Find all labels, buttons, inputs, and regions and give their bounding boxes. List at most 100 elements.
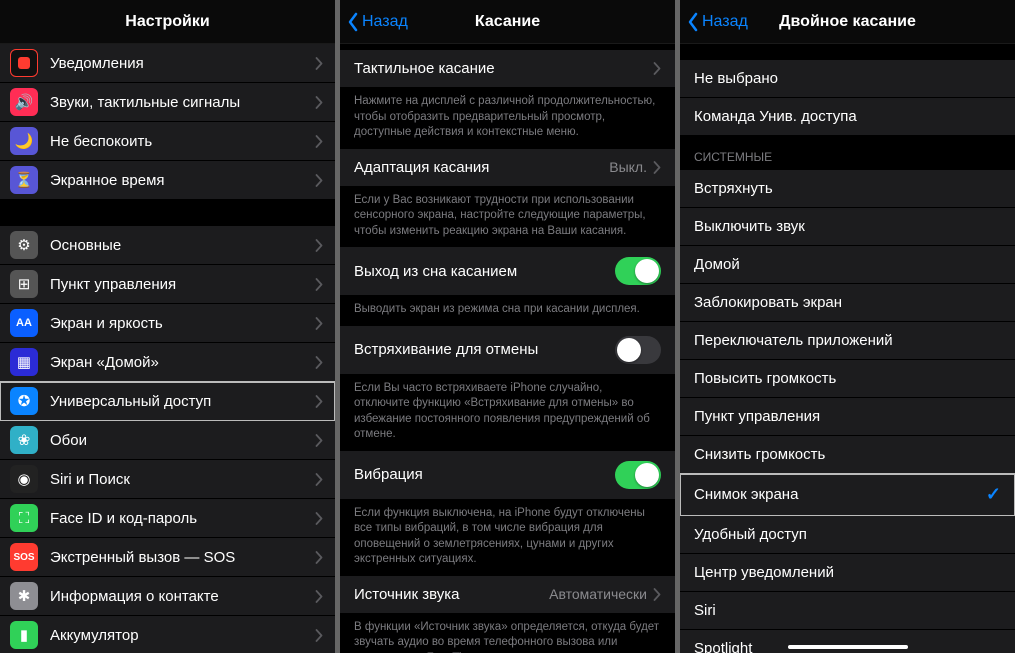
double-tap-screen: Назад Двойное касание Не выбрано Команда … — [680, 0, 1015, 653]
option-screenshot[interactable]: Снимок экрана✓ — [680, 474, 1015, 516]
row-label: Обои — [50, 432, 315, 449]
row-touch-accommodations[interactable]: Адаптация касанияВыкл. — [340, 149, 675, 187]
option-label: Снимок экрана — [694, 486, 986, 503]
do-not-disturb-icon: 🌙 — [10, 127, 38, 155]
option-none[interactable]: Не выбрано — [680, 60, 1015, 98]
chevron-right-icon — [315, 551, 323, 564]
settings-row-siri[interactable]: ◉Siri и Поиск — [0, 460, 335, 499]
chevron-left-icon — [346, 12, 360, 32]
chevron-right-icon — [315, 473, 323, 486]
chevron-right-icon — [315, 96, 323, 109]
siri-icon: ◉ — [10, 465, 38, 493]
option-app-switcher[interactable]: Переключатель приложений — [680, 322, 1015, 360]
shake-to-undo-toggle[interactable] — [615, 336, 661, 364]
settings-row-do-not-disturb[interactable]: 🌙 Не беспокоить — [0, 122, 335, 161]
battery-icon: ▮ — [10, 621, 38, 649]
home-indicator — [788, 645, 908, 649]
settings-row-control-center[interactable]: ⊞ Пункт управления — [0, 265, 335, 304]
footer-text: Нажмите на дисплей с различной продолжит… — [340, 88, 675, 149]
settings-row-battery[interactable]: ▮ Аккумулятор — [0, 616, 335, 653]
settings-row-general[interactable]: ⚙Основные — [0, 226, 335, 265]
option-label: Команда Унив. доступа — [694, 108, 1001, 125]
settings-row-home-screen[interactable]: ▦ Экран «Домой» — [0, 343, 335, 382]
option-shake[interactable]: Встряхнуть — [680, 170, 1015, 208]
option-label: Не выбрано — [694, 70, 1001, 87]
footer-text: Если функция выключена, на iPhone будут … — [340, 500, 675, 576]
option-siri[interactable]: Siri — [680, 592, 1015, 630]
row-label: Адаптация касания — [354, 159, 609, 176]
chevron-right-icon — [315, 239, 323, 252]
chevron-left-icon — [686, 12, 700, 32]
row-label: Экран «Домой» — [50, 354, 315, 371]
double-tap-list[interactable]: Не выбрано Команда Унив. доступа СИСТЕМНЫЕ… — [680, 44, 1015, 653]
option-accessibility-shortcut[interactable]: Команда Унив. доступа — [680, 98, 1015, 136]
option-volume-up[interactable]: Повысить громкость — [680, 360, 1015, 398]
chevron-right-icon — [315, 512, 323, 525]
chevron-right-icon — [315, 57, 323, 70]
chevron-right-icon — [653, 161, 661, 174]
vibration-toggle[interactable] — [615, 461, 661, 489]
row-label: Универсальный доступ — [50, 393, 315, 410]
header: Настройки — [0, 0, 335, 44]
row-haptic-touch[interactable]: Тактильное касание — [340, 50, 675, 88]
settings-row-screen-time[interactable]: ⏳ Экранное время — [0, 161, 335, 200]
section-header-system: СИСТЕМНЫЕ — [680, 136, 1015, 170]
settings-row-faceid[interactable]: ⛶Face ID и код-пароль — [0, 499, 335, 538]
display-icon: AA — [10, 309, 38, 337]
touch-screen: Назад Касание Тактильное касаниеНажмите … — [340, 0, 675, 653]
settings-row-notifications[interactable]: Уведомления — [0, 44, 335, 83]
page-title: Настройки — [125, 13, 209, 31]
home-screen-icon: ▦ — [10, 348, 38, 376]
row-label: Экран и яркость — [50, 315, 315, 332]
page-title: Двойное касание — [779, 13, 916, 31]
tap-to-wake-toggle[interactable] — [615, 257, 661, 285]
option-mute[interactable]: Выключить звук — [680, 208, 1015, 246]
header: Назад Двойное касание — [680, 0, 1015, 44]
option-volume-down[interactable]: Снизить громкость — [680, 436, 1015, 474]
row-audio-routing[interactable]: Источник звукаАвтоматически — [340, 576, 675, 614]
settings-list[interactable]: Уведомления🔊Звуки, тактильные сигналы 🌙 Не… — [0, 44, 335, 653]
control-center-icon: ⊞ — [10, 270, 38, 298]
option-reachability[interactable]: Удобный доступ — [680, 516, 1015, 554]
settings-row-sounds[interactable]: 🔊Звуки, тактильные сигналы — [0, 83, 335, 122]
settings-row-accessibility[interactable]: ✪ Универсальный доступ — [0, 382, 335, 421]
row-label: Аккумулятор — [50, 627, 315, 644]
accessibility-icon: ✪ — [10, 387, 38, 415]
back-button[interactable]: Назад — [346, 0, 408, 44]
settings-row-contact-info[interactable]: ✱Информация о контакте — [0, 577, 335, 616]
back-button[interactable]: Назад — [686, 0, 748, 44]
row-label: Экстренный вызов — SOS — [50, 549, 315, 566]
chevron-right-icon — [315, 590, 323, 603]
chevron-right-icon — [653, 62, 661, 75]
wallpaper-icon: ❀ — [10, 426, 38, 454]
sounds-icon: 🔊 — [10, 88, 38, 116]
row-label: Экранное время — [50, 172, 315, 189]
settings-row-wallpaper[interactable]: ❀ Обои — [0, 421, 335, 460]
option-label: Снизить громкость — [694, 446, 1001, 463]
sos-icon: SOS — [10, 543, 38, 571]
screen-time-icon: ⏳ — [10, 166, 38, 194]
touch-settings-list[interactable]: Тактильное касаниеНажмите на дисплей с р… — [340, 44, 675, 653]
chevron-right-icon — [315, 174, 323, 187]
contact-info-icon: ✱ — [10, 582, 38, 610]
checkmark-icon: ✓ — [986, 484, 1001, 505]
row-label: Face ID и код-пароль — [50, 510, 315, 527]
row-label: Пункт управления — [50, 276, 315, 293]
notifications-icon — [10, 49, 38, 77]
row-label: Не беспокоить — [50, 133, 315, 150]
header: Назад Касание — [340, 0, 675, 44]
option-control-center[interactable]: Пункт управления — [680, 398, 1015, 436]
chevron-right-icon — [315, 434, 323, 447]
chevron-right-icon — [315, 356, 323, 369]
settings-screen: Настройки Уведомления🔊Звуки, тактильные … — [0, 0, 335, 653]
settings-row-display[interactable]: AA Экран и яркость — [0, 304, 335, 343]
general-icon: ⚙ — [10, 231, 38, 259]
option-notification-center[interactable]: Центр уведомлений — [680, 554, 1015, 592]
page-title: Касание — [475, 13, 540, 31]
option-lock[interactable]: Заблокировать экран — [680, 284, 1015, 322]
chevron-right-icon — [315, 629, 323, 642]
option-label: Выключить звук — [694, 218, 1001, 235]
settings-row-sos[interactable]: SOS Экстренный вызов — SOS — [0, 538, 335, 577]
option-spotlight[interactable]: Spotlight — [680, 630, 1015, 653]
option-home[interactable]: Домой — [680, 246, 1015, 284]
